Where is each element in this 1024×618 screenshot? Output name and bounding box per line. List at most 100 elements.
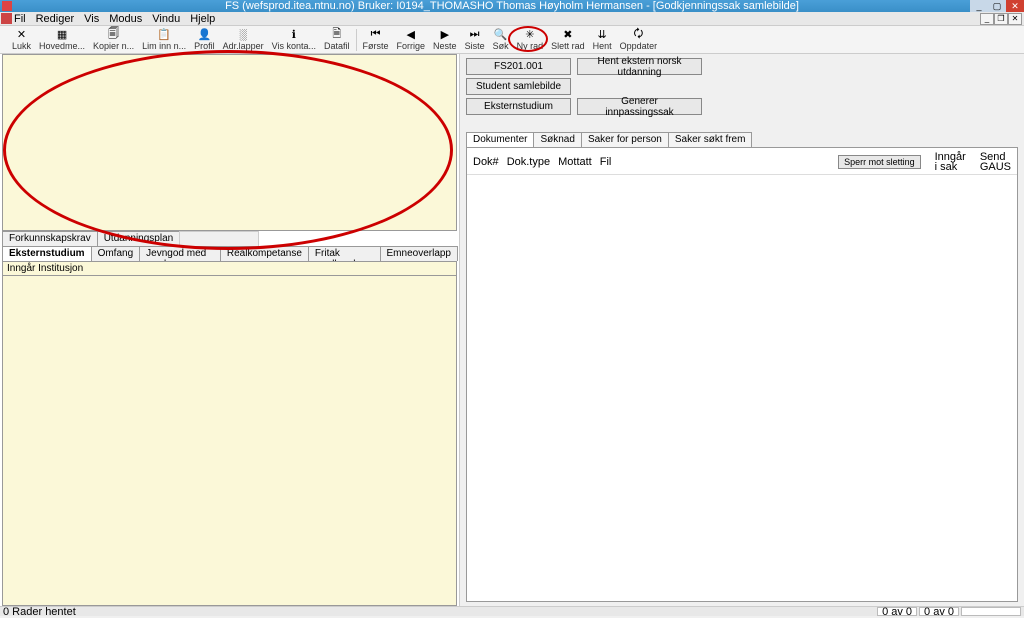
i-sak-label: i sak xyxy=(935,162,966,172)
menu-vis[interactable]: Vis xyxy=(84,13,99,25)
toolbar-label: Søk xyxy=(493,41,509,51)
main-record-area[interactable] xyxy=(2,54,457,231)
document-body: Dok# Dok.type Mottatt Fil Sperr mot slet… xyxy=(466,147,1018,602)
status-counter-2: 0 av 0 xyxy=(919,607,959,616)
menu-bar: Fil Rediger Vis Modus Vindu Hjelp _ ❐ ✕ xyxy=(0,12,1024,26)
sub-grid-header: Inngår Institusjon xyxy=(2,261,457,276)
tabs-row-lower: EksternstudiumOmfangJevngod med gradReal… xyxy=(2,246,457,261)
toolbar-label: Hent xyxy=(593,41,612,51)
toolbar-label: Oppdater xyxy=(620,41,658,51)
send-gaus-col-header: Send GAUS xyxy=(980,152,1011,172)
toolbar-label: Lukk xyxy=(12,41,31,51)
tab-jevngodmedgrad[interactable]: Jevngod med grad xyxy=(139,246,221,261)
col-doktype: Dok.type xyxy=(507,156,550,168)
title-bar: FS (wefsprod.itea.ntnu.no) Bruker: I0194… xyxy=(0,0,1024,12)
toolbar-label: Siste xyxy=(465,41,485,51)
toolbar-liminnn[interactable]: 📋Lim inn n... xyxy=(138,27,190,53)
lukk-icon: ✕ xyxy=(14,29,30,41)
document-tabs: DokumenterSøknadSaker for personSaker sø… xyxy=(466,132,1018,148)
tab-blank[interactable] xyxy=(179,231,259,246)
profil-icon: 👤 xyxy=(196,29,212,41)
sperr-mot-sletting-button[interactable]: Sperr mot sletting xyxy=(838,155,921,169)
hent-ekstern-button[interactable]: Hent ekstern norsk utdanning xyxy=(577,58,702,75)
toolbar-lukk[interactable]: ✕Lukk xyxy=(8,27,35,53)
forrige-icon: ◀ xyxy=(403,29,419,41)
toolbar-sk[interactable]: 🔍Søk xyxy=(489,27,513,53)
mdi-close-button[interactable]: ✕ xyxy=(1008,13,1022,25)
toolbar-label: Profil xyxy=(194,41,215,51)
datafil-icon: 🗎 xyxy=(329,29,345,41)
menu-modus[interactable]: Modus xyxy=(109,13,142,25)
tab-forkunnskapskrav[interactable]: Forkunnskapskrav xyxy=(2,231,98,246)
toolbar-adrlapper[interactable]: ░Adr.lapper xyxy=(219,27,268,53)
toolbar-neste[interactable]: ▶Neste xyxy=(429,27,461,53)
menu-rediger[interactable]: Rediger xyxy=(36,13,75,25)
status-empty-cell xyxy=(961,607,1021,616)
tab-utdanningsplan[interactable]: Utdanningsplan xyxy=(97,231,181,246)
toolbar-label: Hovedme... xyxy=(39,41,85,51)
neste-icon: ▶ xyxy=(437,29,453,41)
toolbar-label: Datafil xyxy=(324,41,350,51)
tab-emneoverlapp[interactable]: Emneoverlapp xyxy=(380,246,458,261)
doc-tab-dokumenter[interactable]: Dokumenter xyxy=(466,132,534,148)
close-button[interactable]: ✕ xyxy=(1006,0,1024,12)
right-panel: FS201.001 Hent ekstern norsk utdanning S… xyxy=(460,54,1024,606)
hovedme-icon: ▦ xyxy=(54,29,70,41)
minimize-button[interactable]: _ xyxy=(970,0,988,12)
col-mottatt: Mottatt xyxy=(558,156,592,168)
toolbar-label: Lim inn n... xyxy=(142,41,186,51)
mdi-minimize-button[interactable]: _ xyxy=(980,13,994,25)
doc-tab-sakersktfrem[interactable]: Saker søkt frem xyxy=(668,132,753,148)
slettrad-icon: ✖ xyxy=(560,29,576,41)
liminnn-icon: 📋 xyxy=(156,29,172,41)
window-title: FS (wefsprod.itea.ntnu.no) Bruker: I0194… xyxy=(225,0,799,12)
tab-eksternstudium[interactable]: Eksternstudium xyxy=(2,246,92,261)
toolbar-viskonta[interactable]: ℹVis konta... xyxy=(268,27,320,53)
inngaar-col-header: Inngår i sak xyxy=(935,152,966,172)
menu-hjelp[interactable]: Hjelp xyxy=(190,13,215,25)
toolbar-hovedme[interactable]: ▦Hovedme... xyxy=(35,27,89,53)
tab-omfang[interactable]: Omfang xyxy=(91,246,141,261)
sub-grid-body[interactable] xyxy=(2,276,457,606)
student-samlebilde-button[interactable]: Student samlebilde xyxy=(466,78,571,95)
status-bar: 0 Rader hentet 0 av 0 0 av 0 xyxy=(0,606,1024,616)
nyrad-icon: ✳ xyxy=(522,29,538,41)
frste-icon: ⏮ xyxy=(368,29,384,41)
toolbar-label: Forrige xyxy=(397,41,426,51)
col-fil: Fil xyxy=(600,156,612,168)
sk-icon: 🔍 xyxy=(493,29,509,41)
toolbar-kopiern[interactable]: 🗐Kopier n... xyxy=(89,27,138,53)
maximize-button[interactable]: ▢ xyxy=(988,0,1006,12)
eksternstudium-button[interactable]: Eksternstudium xyxy=(466,98,571,115)
doc-tab-sakerforperson[interactable]: Saker for person xyxy=(581,132,669,148)
toolbar-frste[interactable]: ⏮Første xyxy=(359,27,393,53)
toolbar-forrige[interactable]: ◀Forrige xyxy=(393,27,430,53)
toolbar-slettrad[interactable]: ✖Slett rad xyxy=(547,27,589,53)
tab-fritakvurdkomb[interactable]: Fritak vurdkomb xyxy=(308,246,381,261)
toolbar-oppdater[interactable]: 🗘Oppdater xyxy=(616,27,662,53)
menu-fil[interactable]: Fil xyxy=(14,13,26,25)
mdi-restore-button[interactable]: ❐ xyxy=(994,13,1008,25)
status-counter-1: 0 av 0 xyxy=(877,607,917,616)
hent-icon: ⇊ xyxy=(594,29,610,41)
toolbar-nyrad[interactable]: ✳Ny rad xyxy=(513,27,548,53)
fs-id-button[interactable]: FS201.001 xyxy=(466,58,571,75)
siste-icon: ⏭ xyxy=(467,29,483,41)
toolbar-siste[interactable]: ⏭Siste xyxy=(461,27,489,53)
toolbar-label: Adr.lapper xyxy=(223,41,264,51)
menu-vindu[interactable]: Vindu xyxy=(152,13,180,25)
toolbar-profil[interactable]: 👤Profil xyxy=(190,27,219,53)
tabs-row-upper: ForkunnskapskravUtdanningsplan xyxy=(2,231,457,246)
toolbar-datafil[interactable]: 🗎Datafil xyxy=(320,27,354,53)
toolbar-label: Ny rad xyxy=(517,41,544,51)
doc-tab-sknad[interactable]: Søknad xyxy=(533,132,581,148)
generer-innpassingssak-button[interactable]: Generer innpassingssak xyxy=(577,98,702,115)
left-panel: ForkunnskapskravUtdanningsplan Eksternst… xyxy=(0,54,460,606)
toolbar-label: Første xyxy=(363,41,389,51)
tab-realkompetanse[interactable]: Realkompetanse xyxy=(220,246,309,261)
toolbar-hent[interactable]: ⇊Hent xyxy=(589,27,616,53)
app-icon xyxy=(2,1,12,11)
kopiern-icon: 🗐 xyxy=(106,29,122,41)
adrlapper-icon: ░ xyxy=(235,29,251,41)
toolbar: ✕Lukk▦Hovedme...🗐Kopier n...📋Lim inn n..… xyxy=(0,26,1024,54)
